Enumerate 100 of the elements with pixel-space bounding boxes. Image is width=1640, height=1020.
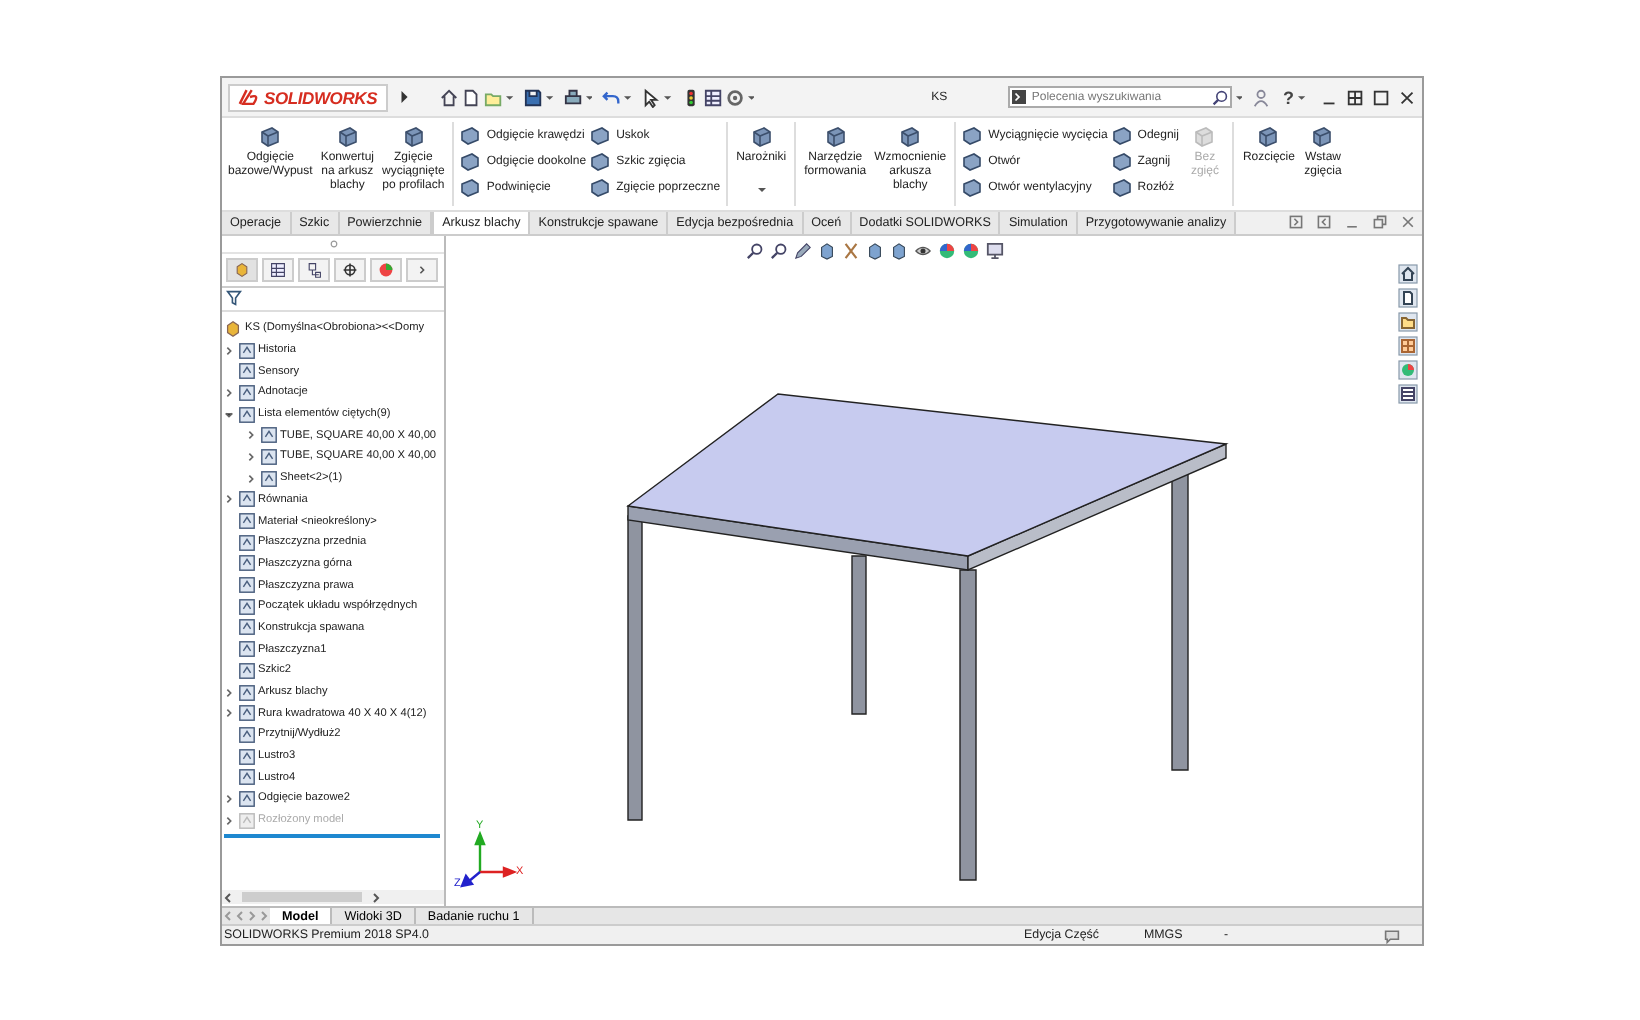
- color-ball-icon[interactable]: [962, 242, 980, 260]
- sheet-metal-icon: [460, 177, 481, 197]
- feature-icon: [237, 533, 255, 552]
- scissors-icon[interactable]: [842, 242, 860, 260]
- sheet-metal-icon: [590, 151, 611, 171]
- maximize-icon[interactable]: [1371, 87, 1390, 107]
- expander-icon[interactable]: [224, 793, 234, 804]
- magnifier-icon[interactable]: [746, 242, 764, 260]
- feature-icon: [237, 618, 255, 637]
- config-icon[interactable]: [298, 258, 330, 282]
- sheet-metal-icon: [898, 124, 923, 148]
- feature-icon: [237, 789, 255, 808]
- caret-icon[interactable]: [1235, 93, 1243, 101]
- panel-icon[interactable]: [1288, 214, 1304, 230]
- help-button[interactable]: ?: [1283, 87, 1295, 107]
- zoom-area-icon[interactable]: [770, 242, 788, 260]
- feature-icon: [237, 554, 255, 573]
- sheet-metal-icon: [962, 125, 983, 145]
- feature-icon: [237, 747, 255, 766]
- crosshair-icon[interactable]: [334, 258, 366, 282]
- sheet-metal-icon: [460, 151, 481, 171]
- grip-icon[interactable]: [329, 240, 337, 248]
- cube-icon[interactable]: [818, 242, 836, 260]
- eye-icon[interactable]: [914, 242, 932, 260]
- scroll-right-icon[interactable]: [370, 891, 382, 903]
- pencil-icon[interactable]: [794, 242, 812, 260]
- list-icon[interactable]: [1398, 384, 1418, 404]
- caret-icon[interactable]: [585, 93, 593, 101]
- expander-icon[interactable]: [246, 451, 256, 462]
- sheet-metal-icon: [1192, 124, 1217, 148]
- panel-icon[interactable]: [1316, 214, 1332, 230]
- caret-icon[interactable]: [664, 93, 672, 101]
- feature-icon: [237, 725, 255, 744]
- chat-icon[interactable]: [1384, 927, 1400, 943]
- tile-windows-icon[interactable]: [1345, 87, 1364, 107]
- feature-icon: [237, 405, 255, 424]
- scroll-left-icon[interactable]: [222, 891, 234, 903]
- palette-icon[interactable]: [1398, 336, 1418, 356]
- expander-icon[interactable]: [246, 430, 256, 441]
- color-ball-icon[interactable]: [1398, 360, 1418, 380]
- restore-icon[interactable]: [1372, 214, 1388, 230]
- sheet-metal-icon: [1111, 151, 1132, 171]
- user-icon[interactable]: [1252, 87, 1272, 107]
- home-icon[interactable]: [440, 87, 459, 107]
- sheet-metal-icon: [590, 125, 611, 145]
- sheet-metal-icon: [335, 124, 360, 148]
- undo-icon[interactable]: [602, 87, 621, 107]
- search-icon[interactable]: [1211, 89, 1228, 105]
- caret-icon[interactable]: [1298, 93, 1306, 101]
- part-icon: [224, 319, 242, 338]
- feature-icon: [259, 447, 277, 466]
- save-icon[interactable]: [523, 87, 542, 107]
- feature-icon: [237, 512, 255, 531]
- caret-icon[interactable]: [757, 186, 766, 194]
- sheet-metal-icon: [590, 177, 611, 197]
- expander-icon[interactable]: [224, 409, 234, 420]
- cursor-icon[interactable]: [641, 87, 661, 107]
- horizontal-scrollbar[interactable]: [222, 890, 444, 904]
- new-file-icon[interactable]: [462, 87, 481, 107]
- feature-icon: [259, 426, 277, 445]
- expander-icon[interactable]: [224, 494, 234, 505]
- feature-icon: [237, 576, 255, 595]
- folder-icon[interactable]: [1398, 312, 1418, 332]
- sheet-metal-icon: [1111, 177, 1132, 197]
- traffic-light-icon[interactable]: [681, 87, 700, 107]
- expander-icon[interactable]: [224, 708, 234, 719]
- expander-icon[interactable]: [246, 473, 256, 484]
- feature-icon: [237, 704, 255, 723]
- home-icon[interactable]: [1398, 264, 1418, 284]
- caret-icon[interactable]: [506, 93, 514, 101]
- feature-icon: [237, 490, 255, 509]
- expander-icon[interactable]: [224, 387, 234, 398]
- color-ball-icon[interactable]: [938, 242, 956, 260]
- feature-icon: [237, 640, 255, 659]
- play-icon[interactable]: [399, 90, 409, 104]
- sheet-metal-icon: [962, 151, 983, 171]
- caret-icon[interactable]: [545, 93, 554, 101]
- sheet-metal-icon: [962, 177, 983, 197]
- sheet-metal-icon: [1256, 124, 1281, 148]
- expander-icon[interactable]: [224, 345, 234, 356]
- settings-icon[interactable]: [725, 87, 744, 107]
- feature-icon: [237, 683, 255, 702]
- feature-icon: [237, 811, 255, 830]
- feature-icon: [259, 469, 277, 488]
- logo: SOLIDWORKS: [228, 83, 388, 111]
- caret-icon[interactable]: [747, 93, 755, 101]
- sheet-metal-icon: [749, 124, 774, 148]
- document-icon[interactable]: [1398, 288, 1418, 308]
- feature-icon: [237, 597, 255, 616]
- caret-icon[interactable]: [624, 93, 632, 101]
- expander-icon[interactable]: [224, 687, 234, 698]
- sheet-metal-icon: [1310, 124, 1335, 148]
- sheet-metal-icon: [823, 124, 848, 148]
- feature-icon: [237, 768, 255, 787]
- print-icon[interactable]: [563, 87, 582, 107]
- monitor-icon[interactable]: [986, 242, 1004, 260]
- filter-icon[interactable]: [226, 290, 242, 306]
- sheet-metal-icon: [1111, 125, 1132, 145]
- list-icon[interactable]: [703, 87, 722, 107]
- close-icon[interactable]: [1397, 87, 1416, 107]
